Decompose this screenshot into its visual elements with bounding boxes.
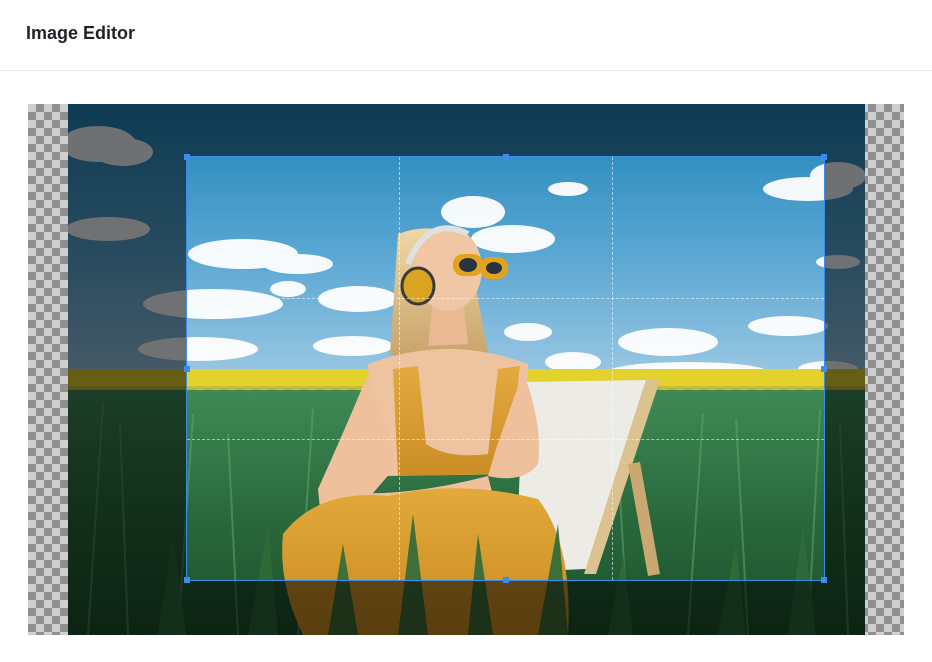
crop-handle-left[interactable] — [184, 365, 190, 372]
crop-grid-line — [611, 157, 613, 580]
crop-box[interactable] — [184, 154, 827, 583]
crop-handle-bottom-right[interactable] — [821, 577, 827, 583]
crop-mask-right — [825, 156, 865, 581]
crop-mask-left — [68, 156, 186, 581]
image-layer — [68, 104, 865, 635]
crop-handle-top-right[interactable] — [821, 154, 827, 160]
page-title: Image Editor — [26, 23, 136, 43]
editor-header: Image Editor — [0, 0, 932, 71]
crop-handle-bottom[interactable] — [502, 577, 509, 583]
crop-handle-right[interactable] — [821, 365, 827, 372]
crop-handle-top[interactable] — [502, 154, 509, 160]
crop-mask-bottom — [68, 581, 865, 635]
crop-grid-line — [187, 438, 824, 440]
editor-canvas[interactable] — [28, 104, 904, 635]
crop-mask-top — [68, 104, 865, 156]
crop-grid-line — [187, 297, 824, 299]
crop-handle-bottom-left[interactable] — [184, 577, 190, 583]
crop-grid-line — [399, 157, 401, 580]
crop-handle-top-left[interactable] — [184, 154, 190, 160]
